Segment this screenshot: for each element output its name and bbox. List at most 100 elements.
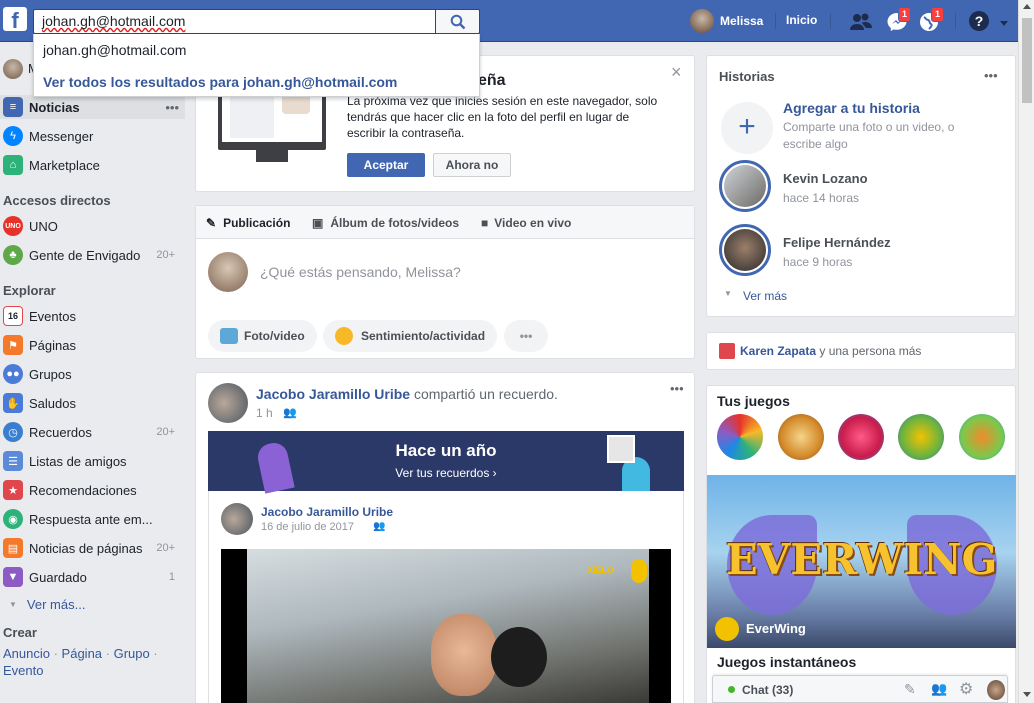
avatar[interactable] bbox=[221, 503, 253, 535]
not-now-button[interactable]: Ahora no bbox=[433, 153, 511, 177]
facebook-logo[interactable]: f bbox=[3, 7, 27, 31]
see-more-link[interactable]: ▼ Ver más... bbox=[0, 592, 185, 616]
scroll-up-arrow-icon[interactable] bbox=[1023, 4, 1031, 9]
chevron-down-icon: ▼ bbox=[9, 599, 17, 609]
avatar[interactable] bbox=[208, 383, 248, 423]
home-link[interactable]: Inicio bbox=[786, 13, 817, 27]
item-count: 20+ bbox=[156, 249, 175, 261]
sidebar-item-recommendations[interactable]: ★ Recomendaciones bbox=[0, 478, 185, 502]
stories-see-more-link[interactable]: Ver más bbox=[743, 289, 787, 303]
friend-requests-button[interactable] bbox=[848, 9, 874, 35]
stories-title: Historias bbox=[719, 69, 775, 84]
close-icon[interactable]: × bbox=[671, 62, 682, 83]
page-scrollbar[interactable] bbox=[1018, 0, 1034, 703]
post-header: Jacobo Jaramillo Uribe compartió un recu… bbox=[256, 386, 558, 402]
tab-label: Publicación bbox=[223, 216, 291, 230]
game-icon-5[interactable] bbox=[959, 414, 1005, 460]
sidebar-item-label: Páginas bbox=[29, 337, 76, 353]
search-suggestion-item[interactable]: johan.gh@hotmail.com bbox=[43, 42, 186, 58]
search-button[interactable] bbox=[435, 9, 480, 34]
sidebar-item-gente-de-envigado[interactable]: ♣ Gente de Envigado 20+ bbox=[0, 243, 185, 267]
sidebar-item-events[interactable]: 16 Eventos bbox=[0, 304, 185, 328]
sidebar-item-messenger[interactable]: ϟ Messenger bbox=[0, 124, 185, 148]
notifications-button[interactable]: 1 bbox=[917, 7, 945, 35]
photo-video-button[interactable]: Foto/video bbox=[208, 320, 317, 352]
sidebar-item-pages-feed[interactable]: ▤ Noticias de páginas 20+ bbox=[0, 536, 185, 560]
composer-input[interactable]: ¿Qué estás pensando, Melissa? bbox=[260, 264, 461, 280]
birthday-text[interactable]: Karen Zapata y una persona más bbox=[740, 344, 921, 358]
candy-game-icon[interactable] bbox=[838, 414, 884, 460]
everwing-banner[interactable]: EVERWING EverWing bbox=[707, 475, 1016, 648]
video-camera-icon: ■ bbox=[481, 216, 489, 230]
sidebar-item-marketplace[interactable]: ⌂ Marketplace bbox=[0, 153, 185, 177]
everwing-logo: EVERWING bbox=[725, 535, 998, 584]
pages-feed-icon: ▤ bbox=[3, 538, 23, 558]
memories-banner[interactable]: Hace un año Ver tus recuerdos › bbox=[208, 431, 684, 494]
tab-photo-album[interactable]: ▣ Álbum de fotos/videos bbox=[312, 216, 459, 230]
memories-title: Hace un año bbox=[395, 441, 497, 460]
tree-icon: ♣ bbox=[3, 245, 23, 265]
sidebar-item-crisis-response[interactable]: ◉ Respuesta ante em... bbox=[0, 507, 185, 531]
see-memories-link[interactable]: Ver tus recuerdos › bbox=[208, 466, 684, 480]
sidebar-item-memories[interactable]: ◷ Recuerdos 20+ bbox=[0, 420, 185, 444]
pencil-icon: ✎ bbox=[206, 216, 217, 230]
story-avatar-felipe[interactable] bbox=[719, 224, 771, 276]
sidebar-item-news-feed[interactable]: ≡ Noticias ••• bbox=[0, 95, 185, 119]
caret-down-icon bbox=[1000, 21, 1008, 26]
game-icon-2[interactable] bbox=[778, 414, 824, 460]
explore-heading: Explorar bbox=[3, 283, 56, 298]
accept-button[interactable]: Aceptar bbox=[347, 153, 425, 177]
create-page-link[interactable]: Página bbox=[62, 646, 102, 661]
crisis-response-icon: ◉ bbox=[3, 509, 23, 529]
feeling-activity-button[interactable]: Sentimiento/actividad bbox=[323, 320, 498, 352]
create-group-link[interactable]: Grupo bbox=[114, 646, 150, 661]
sidebar-item-uno[interactable]: UNO UNO bbox=[0, 214, 185, 238]
chat-avatar[interactable] bbox=[987, 680, 1005, 700]
story-time: hace 9 horas bbox=[783, 255, 853, 269]
search-input[interactable]: johan.gh@hotmail.com bbox=[33, 9, 435, 34]
story-avatar-kevin[interactable] bbox=[719, 160, 771, 212]
create-group-icon[interactable]: 👥 bbox=[931, 681, 947, 697]
left-nav-avatar[interactable] bbox=[3, 59, 23, 79]
birthday-name[interactable]: Karen Zapata bbox=[740, 344, 816, 358]
chevron-down-icon: ▼ bbox=[724, 289, 732, 298]
sidebar-item-friend-lists[interactable]: ☰ Listas de amigos bbox=[0, 449, 185, 473]
sidebar-item-pokes[interactable]: ✋ Saludos bbox=[0, 391, 185, 415]
shared-date[interactable]: 16 de julio de 2017 bbox=[261, 521, 354, 533]
sidebar-item-groups[interactable]: ●● Grupos bbox=[0, 362, 185, 386]
messages-button[interactable]: 1 bbox=[884, 7, 912, 35]
add-story-link[interactable]: Agregar a tu historia bbox=[783, 100, 920, 116]
memory-video[interactable]: XIELO bbox=[221, 549, 671, 703]
active-tab-indicator bbox=[251, 239, 263, 245]
story-name[interactable]: Kevin Lozano bbox=[783, 171, 868, 186]
game-icon-1[interactable] bbox=[717, 414, 763, 460]
post-timestamp[interactable]: 1 h bbox=[256, 406, 273, 420]
tab-post[interactable]: ✎ Publicación bbox=[206, 216, 290, 230]
compose-icon[interactable]: ✎ bbox=[904, 681, 916, 698]
post-options-icon[interactable]: ••• bbox=[670, 381, 684, 396]
game-icon-4[interactable] bbox=[898, 414, 944, 460]
profile-link[interactable]: Melissa bbox=[690, 9, 763, 33]
create-event-link[interactable]: Evento bbox=[3, 663, 43, 678]
tab-live-video[interactable]: ■ Video en vivo bbox=[481, 216, 571, 230]
friends-audience-icon: 👥 bbox=[373, 521, 386, 532]
story-name[interactable]: Felipe Hernández bbox=[783, 235, 891, 250]
more-options-icon[interactable]: ••• bbox=[165, 100, 179, 115]
scroll-down-arrow-icon[interactable] bbox=[1023, 692, 1031, 697]
account-menu-button[interactable] bbox=[999, 17, 1009, 27]
sidebar-item-saved[interactable]: ▼ Guardado 1 bbox=[0, 565, 185, 589]
see-all-results-link[interactable]: Ver todos los resultados para johan.gh@h… bbox=[43, 74, 397, 90]
add-story-icon[interactable]: + bbox=[721, 102, 773, 154]
help-button[interactable]: ? bbox=[967, 9, 993, 35]
stories-options-icon[interactable]: ••• bbox=[984, 68, 998, 83]
post-author-link[interactable]: Jacobo Jaramillo Uribe bbox=[256, 386, 410, 402]
create-ad-link[interactable]: Anuncio bbox=[3, 646, 50, 661]
chat-bar[interactable]: Chat (33) ✎ 👥 ⚙ bbox=[712, 675, 1008, 703]
shared-author-link[interactable]: Jacobo Jaramillo Uribe bbox=[261, 505, 393, 519]
more-options-button[interactable]: ••• bbox=[504, 320, 548, 352]
scrollbar-thumb[interactable] bbox=[1022, 18, 1032, 103]
flag-icon: ⚑ bbox=[3, 335, 23, 355]
sidebar-item-pages[interactable]: ⚑ Páginas bbox=[0, 333, 185, 357]
gear-icon[interactable]: ⚙ bbox=[959, 679, 973, 699]
hand-wave-icon: ✋ bbox=[3, 393, 23, 413]
